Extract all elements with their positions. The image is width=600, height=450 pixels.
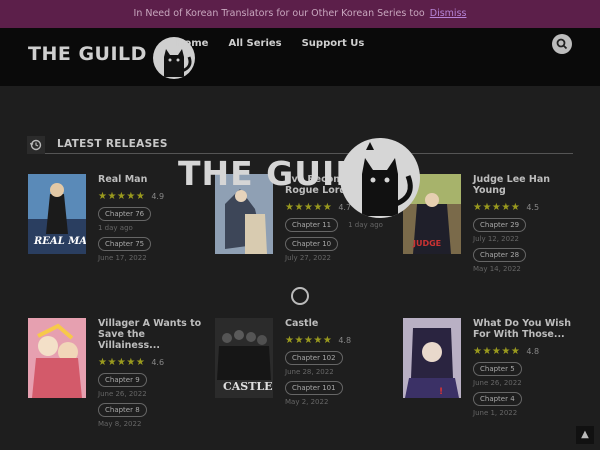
release-date: July 12, 2022 <box>473 235 519 243</box>
release-date: June 26, 2022 <box>98 390 147 398</box>
logo-text: THE GUILD <box>28 43 147 65</box>
cat-logo-icon <box>340 138 420 218</box>
banner-text: In Need of Korean Translators for our Ot… <box>133 8 425 19</box>
series-cover[interactable]: REAL MAN <box>28 174 86 254</box>
rating-score: 4.8 <box>526 347 540 356</box>
release-date: June 1, 2022 <box>473 409 518 417</box>
series-cover[interactable]: ! <box>403 318 461 398</box>
rating: ★★★★★ 4.8 <box>285 335 395 346</box>
chapter-link[interactable]: Chapter 28 <box>473 248 527 262</box>
nav-support-us[interactable]: Support Us <box>302 38 365 49</box>
nav-home[interactable]: Home <box>176 38 208 49</box>
history-icon <box>27 136 45 154</box>
series-card: JUDGE Judge Lee Han Young ★★★★★ 4.5 Chap… <box>403 174 578 284</box>
rating-score: 4.8 <box>338 336 352 345</box>
loading-overlay-logo: THE GUILD <box>178 138 422 220</box>
search-icon <box>556 38 568 50</box>
rating-score: 4.6 <box>151 358 165 367</box>
site-logo[interactable]: THE GUILD <box>28 34 195 79</box>
chapter-link[interactable]: Chapter 102 <box>285 351 343 365</box>
release-date: June 26, 2022 <box>473 379 522 387</box>
main-nav: Home All Series Support Us <box>176 38 364 49</box>
series-card: ! What Do You Wish For With Those... ★★★… <box>403 318 578 428</box>
chapter-link[interactable]: Chapter 8 <box>98 403 147 417</box>
star-rating-icon: ★★★★★ <box>473 202 521 213</box>
series-cover[interactable] <box>28 318 86 398</box>
star-rating-icon: ★★★★★ <box>98 357 146 368</box>
chapter-link[interactable]: Chapter 76 <box>98 207 152 221</box>
chapter-link[interactable]: Chapter 29 <box>473 218 527 232</box>
series-title[interactable]: Castle <box>285 318 395 329</box>
series-title[interactable]: Judge Lee Han Young <box>473 174 583 196</box>
release-date: May 14, 2022 <box>473 265 521 273</box>
svg-text:CASTLE: CASTLE <box>223 380 273 393</box>
series-card: CASTLE Castle ★★★★★ 4.8 Chapter 102 June… <box>215 318 390 428</box>
arrow-up-icon: ▲ <box>581 429 589 440</box>
chapter-link[interactable]: Chapter 10 <box>285 237 339 251</box>
rating: ★★★★★ 4.5 <box>473 202 583 213</box>
rating: ★★★★★ 4.8 <box>473 346 583 357</box>
site-header: THE GUILD Home All Series Support Us <box>0 28 600 86</box>
star-rating-icon: ★★★★★ <box>285 335 333 346</box>
rating-score: 4.5 <box>526 203 540 212</box>
back-to-top-button[interactable]: ▲ <box>576 426 594 444</box>
chapter-link[interactable]: Chapter 5 <box>473 362 522 376</box>
series-title[interactable]: Villager A Wants to Save the Villainess.… <box>98 318 208 351</box>
rating: ★★★★★ 4.6 <box>98 357 208 368</box>
chapter-link[interactable]: Chapter 75 <box>98 237 152 251</box>
release-date: June 28, 2022 <box>285 368 334 376</box>
rating-score: 4.9 <box>151 192 165 201</box>
release-date: June 17, 2022 <box>98 254 147 262</box>
series-card: Villager A Wants to Save the Villainess.… <box>28 318 203 428</box>
series-cover[interactable]: CASTLE <box>215 318 273 398</box>
series-card: REAL MAN Real Man ★★★★★ 4.9 Chapter 76 1… <box>28 174 203 284</box>
nav-all-series[interactable]: All Series <box>228 38 281 49</box>
star-rating-icon: ★★★★★ <box>473 346 521 357</box>
chapter-link[interactable]: Chapter 4 <box>473 392 522 406</box>
search-button[interactable] <box>552 34 572 54</box>
announcement-banner: In Need of Korean Translators for our Ot… <box>0 0 600 28</box>
chapter-link[interactable]: Chapter 101 <box>285 381 343 395</box>
chapter-link[interactable]: Chapter 11 <box>285 218 339 232</box>
svg-text:REAL MAN: REAL MAN <box>33 236 86 247</box>
chapter-link[interactable]: Chapter 9 <box>98 373 147 387</box>
loading-spinner <box>291 287 309 305</box>
release-date: 1 day ago <box>98 224 133 232</box>
svg-text:!: ! <box>439 387 443 397</box>
star-rating-icon: ★★★★★ <box>98 191 146 202</box>
release-date: May 2, 2022 <box>285 398 329 406</box>
svg-text:JUDGE: JUDGE <box>412 239 441 248</box>
section-title: LATEST RELEASES <box>57 138 168 150</box>
release-date: 1 day ago <box>348 221 383 229</box>
series-title[interactable]: What Do You Wish For With Those... <box>473 318 583 340</box>
release-date: May 8, 2022 <box>98 420 142 428</box>
dismiss-link[interactable]: Dismiss <box>430 8 467 19</box>
release-date: July 27, 2022 <box>285 254 331 262</box>
